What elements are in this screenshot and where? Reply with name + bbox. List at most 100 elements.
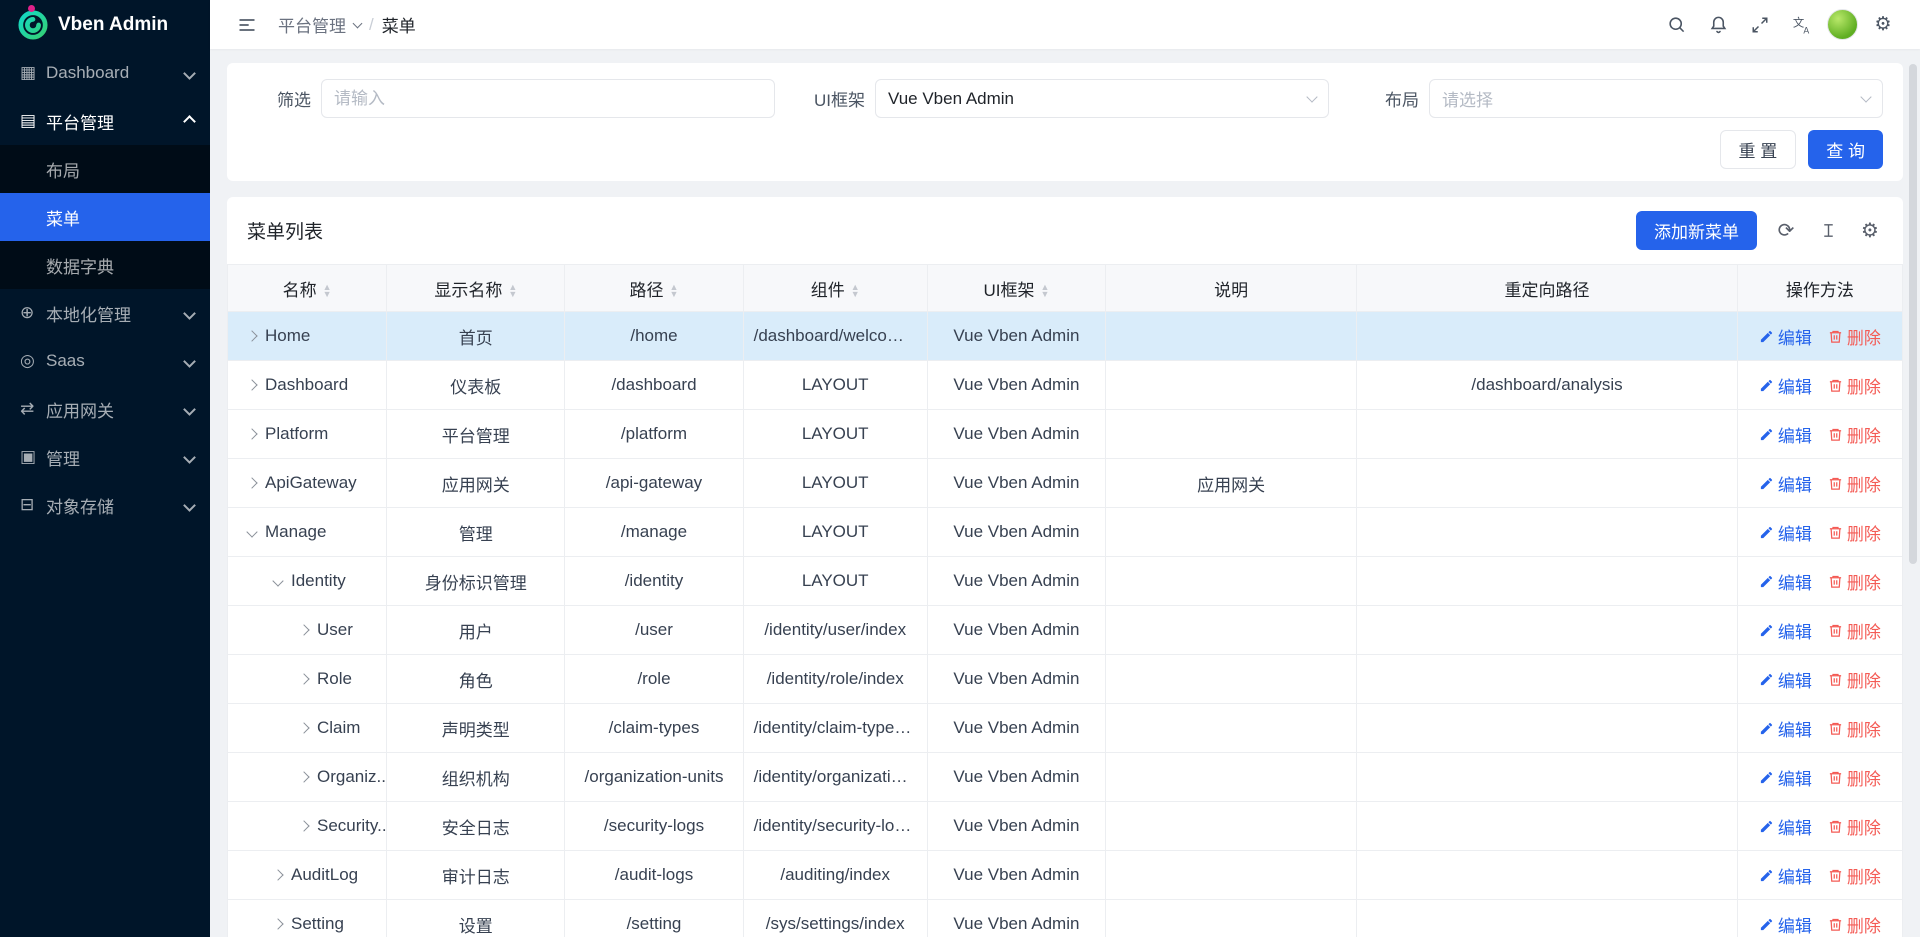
reset-button[interactable]: 重 置 [1720, 130, 1797, 169]
sidebar-item-localization[interactable]: ⊕ 本地化管理 [0, 289, 210, 337]
i-beam-icon[interactable] [1815, 218, 1841, 244]
edit-button[interactable]: 编辑 [1759, 667, 1812, 692]
row-ui-framework: Vue Vben Admin [927, 606, 1105, 655]
row-expand-icon[interactable] [272, 869, 283, 880]
edit-button[interactable]: 编辑 [1759, 373, 1812, 398]
delete-button[interactable]: 删除 [1828, 422, 1881, 447]
delete-button[interactable]: 删除 [1828, 520, 1881, 545]
row-ui-framework: Vue Vben Admin [927, 704, 1105, 753]
edit-button[interactable]: 编辑 [1759, 569, 1812, 594]
breadcrumb-parent[interactable]: 平台管理 [278, 12, 346, 37]
search-icon[interactable] [1659, 8, 1693, 42]
row-redirect [1357, 508, 1737, 557]
delete-label: 删除 [1847, 471, 1881, 496]
settings-gear-icon[interactable]: ⚙ [1866, 8, 1900, 42]
column-header[interactable]: 名称▲▼ [228, 265, 387, 312]
row-expand-icon[interactable] [298, 722, 309, 733]
delete-button[interactable]: 删除 [1828, 765, 1881, 790]
app-logo[interactable]: Vben Admin [0, 0, 210, 49]
row-expand-icon[interactable] [298, 771, 309, 782]
row-expand-icon[interactable] [246, 526, 257, 537]
row-expand-icon[interactable] [298, 624, 309, 635]
column-header[interactable]: 显示名称▲▼ [387, 265, 565, 312]
user-avatar[interactable] [1827, 9, 1858, 40]
row-expand-icon[interactable] [246, 330, 257, 341]
edit-button[interactable]: 编辑 [1759, 863, 1812, 888]
sort-carets-icon[interactable]: ▲▼ [323, 284, 332, 298]
row-expand-icon[interactable] [272, 575, 283, 586]
delete-button[interactable]: 删除 [1828, 324, 1881, 349]
edit-button[interactable]: 编辑 [1759, 618, 1812, 643]
row-path: /home [565, 312, 743, 361]
sidebar-subitem-layout[interactable]: 布局 [0, 145, 210, 193]
sort-carets-icon[interactable]: ▲▼ [670, 284, 679, 298]
filter-layout-select[interactable]: 请选择 [1429, 79, 1883, 118]
sidebar-item-storage[interactable]: ⊟ 对象存储 [0, 481, 210, 529]
query-button[interactable]: 查 询 [1808, 130, 1883, 169]
scrollbar-thumb[interactable] [1909, 64, 1917, 564]
table-row: Security... 安全日志 /security-logs /identit… [228, 802, 1903, 851]
row-expand-icon[interactable] [246, 379, 257, 390]
edit-button[interactable]: 编辑 [1759, 814, 1812, 839]
delete-button[interactable]: 删除 [1828, 814, 1881, 839]
refresh-icon[interactable]: ⟳ [1773, 218, 1799, 244]
sidebar-item-platform[interactable]: ▤ 平台管理 [0, 97, 210, 145]
delete-button[interactable]: 删除 [1828, 863, 1881, 888]
fullscreen-icon[interactable] [1743, 8, 1777, 42]
edit-button[interactable]: 编辑 [1759, 912, 1812, 937]
delete-button[interactable]: 删除 [1828, 667, 1881, 692]
pencil-icon [1759, 623, 1774, 638]
row-display-name: 管理 [387, 508, 565, 557]
translate-icon[interactable]: 文A [1785, 8, 1819, 42]
notification-bell-icon[interactable] [1701, 8, 1735, 42]
delete-label: 删除 [1847, 324, 1881, 349]
row-expand-icon[interactable] [246, 477, 257, 488]
filter-keyword-input[interactable] [321, 79, 775, 118]
sidebar-item-label: 本地化管理 [46, 301, 185, 326]
delete-button[interactable]: 删除 [1828, 373, 1881, 398]
edit-button[interactable]: 编辑 [1759, 324, 1812, 349]
column-header[interactable]: UI框架▲▼ [927, 265, 1105, 312]
column-header[interactable]: 路径▲▼ [565, 265, 743, 312]
sort-carets-icon[interactable]: ▲▼ [1040, 284, 1049, 298]
sidebar-item-manage[interactable]: ▣ 管理 [0, 433, 210, 481]
row-expand-icon[interactable] [298, 820, 309, 831]
row-expand-icon[interactable] [272, 918, 283, 929]
column-header[interactable]: 组件▲▼ [743, 265, 927, 312]
row-description: 应用网关 [1106, 459, 1357, 508]
sidebar-subitem-menu[interactable]: 菜单 [0, 193, 210, 241]
delete-button[interactable]: 删除 [1828, 716, 1881, 741]
pencil-icon [1759, 476, 1774, 491]
table-settings-icon[interactable]: ⚙ [1857, 218, 1883, 244]
edit-label: 编辑 [1778, 569, 1812, 594]
menu-table-panel: 菜单列表 添加新菜单 ⟳ ⚙ 名称▲▼显示名称▲▼路径▲▼组件▲▼UI框架▲▼说… [227, 197, 1903, 937]
edit-button[interactable]: 编辑 [1759, 520, 1812, 545]
row-expand-icon[interactable] [246, 428, 257, 439]
delete-button[interactable]: 删除 [1828, 912, 1881, 937]
filter-framework-select[interactable]: Vue Vben Admin [875, 79, 1329, 118]
row-description [1106, 655, 1357, 704]
delete-button[interactable]: 删除 [1828, 569, 1881, 594]
sidebar-item-saas[interactable]: ◎ Saas [0, 337, 210, 385]
vben-logo-icon [18, 10, 48, 40]
sidebar-item-dashboard[interactable]: ▦ Dashboard [0, 49, 210, 97]
sort-carets-icon[interactable]: ▲▼ [851, 284, 860, 298]
sidebar-collapse-icon[interactable] [230, 8, 264, 42]
sidebar-subitem-dictionary[interactable]: 数据字典 [0, 241, 210, 289]
row-expand-icon[interactable] [298, 673, 309, 684]
sidebar-item-gateway[interactable]: ⇄ 应用网关 [0, 385, 210, 433]
edit-button[interactable]: 编辑 [1759, 471, 1812, 496]
delete-button[interactable]: 删除 [1828, 618, 1881, 643]
row-description [1106, 361, 1357, 410]
add-menu-button[interactable]: 添加新菜单 [1636, 211, 1757, 250]
edit-button[interactable]: 编辑 [1759, 716, 1812, 741]
breadcrumb-current: 菜单 [382, 12, 416, 37]
edit-button[interactable]: 编辑 [1759, 765, 1812, 790]
row-redirect [1357, 704, 1737, 753]
chevron-icon [183, 499, 196, 512]
edit-button[interactable]: 编辑 [1759, 422, 1812, 447]
row-name: Role [317, 669, 352, 689]
sort-carets-icon[interactable]: ▲▼ [508, 284, 517, 298]
delete-label: 删除 [1847, 569, 1881, 594]
delete-button[interactable]: 删除 [1828, 471, 1881, 496]
